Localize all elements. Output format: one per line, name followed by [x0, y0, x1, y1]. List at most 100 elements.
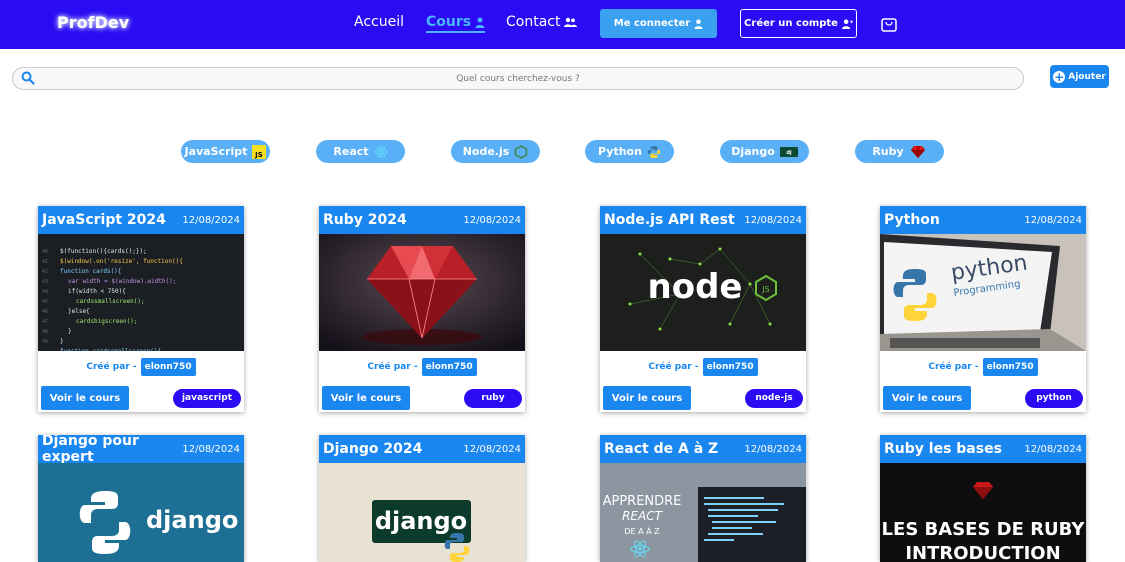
ruby-basics-line1: LES BASES DE RUBY — [882, 519, 1086, 540]
nav-courses-link[interactable]: Cours — [426, 14, 486, 33]
view-course-button[interactable]: Voir le cours — [603, 386, 691, 410]
code-line: $(function(){cards();}); — [60, 248, 147, 255]
svg-text:42: 42 — [42, 269, 48, 275]
svg-text:41: 41 — [42, 259, 48, 265]
card-meta: Créé par - elonn750 — [38, 358, 244, 376]
course-title[interactable]: Node.js API Rest — [604, 212, 735, 228]
svg-text:44: 44 — [42, 289, 48, 295]
card-actions: Voir le cours python — [880, 385, 1086, 411]
brand-logo[interactable]: ProfDev — [57, 13, 129, 32]
filter-label: JavaScript — [184, 145, 248, 158]
code-line: } — [68, 328, 72, 335]
course-card: JavaScript 2024 12/08/2024 $(function(){… — [38, 206, 244, 412]
card-meta: Créé par - elonn750 — [600, 358, 806, 376]
card-header: Django pour expert 12/08/2024 — [38, 435, 244, 465]
author-badge[interactable]: elonn750 — [982, 358, 1038, 376]
course-title[interactable]: Ruby les bases — [884, 441, 1002, 457]
course-image[interactable]: node JS — [600, 234, 806, 351]
course-date: 12/08/2024 — [744, 214, 802, 226]
login-label: Me connecter — [613, 18, 691, 29]
course-image[interactable]: APPRENDRE REACT DE A À Z — [600, 463, 806, 562]
nav-home-link[interactable]: Accueil — [354, 14, 404, 30]
created-by-label: Créé par - — [648, 362, 699, 372]
react-heading-line1: APPRENDRE — [603, 494, 682, 509]
nav-contact-link[interactable]: Contact — [506, 14, 578, 30]
code-line: function cardssmallscreen(){ — [60, 348, 161, 351]
course-date: 12/08/2024 — [463, 214, 521, 226]
course-title[interactable]: JavaScript 2024 — [42, 212, 166, 228]
search-input[interactable] — [13, 73, 1023, 84]
author-badge[interactable]: elonn750 — [702, 358, 758, 376]
course-image[interactable]: python Programming — [880, 234, 1086, 351]
view-course-button[interactable]: Voir le cours — [41, 386, 129, 410]
course-title[interactable]: React de A à Z — [604, 441, 718, 457]
svg-text:JS: JS — [761, 285, 769, 294]
view-course-button[interactable]: Voir le cours — [322, 386, 410, 410]
course-image[interactable]: django — [38, 463, 244, 562]
ruby-basics-line2: INTRODUCTION — [905, 543, 1060, 562]
card-actions: Voir le cours javascript — [38, 385, 244, 411]
course-date: 12/08/2024 — [1024, 214, 1082, 226]
filter-python[interactable]: Python — [585, 140, 674, 163]
card-header: Node.js API Rest 12/08/2024 — [600, 206, 806, 234]
add-course-button[interactable]: + Ajouter — [1050, 65, 1109, 88]
course-image[interactable]: LES BASES DE RUBY INTRODUCTION — [880, 463, 1086, 562]
python-icon — [647, 145, 661, 158]
code-line: cardssmallscreen(); — [76, 298, 145, 305]
filter-javascript[interactable]: JavaScript JS — [181, 140, 270, 163]
js-icon: JS — [252, 144, 267, 159]
filter-label: Node.js — [462, 145, 510, 158]
course-card: Ruby les bases 12/08/2024 LES BASES DE R… — [880, 435, 1086, 562]
svg-text:47: 47 — [42, 319, 48, 325]
python-laptop-image: python Programming — [880, 234, 1086, 351]
svg-text:48: 48 — [42, 329, 48, 335]
course-title[interactable]: Python — [884, 212, 940, 228]
course-date: 12/08/2024 — [744, 443, 802, 455]
course-title[interactable]: Ruby 2024 — [323, 212, 407, 228]
nodejs-logo-image: node JS — [600, 234, 806, 351]
course-title[interactable]: Django 2024 — [323, 441, 422, 457]
category-tag[interactable]: node-js — [745, 388, 803, 408]
course-title[interactable]: Django pour expert — [42, 435, 182, 465]
course-image[interactable]: django — [319, 463, 525, 562]
nodejs-icon — [515, 144, 528, 159]
filter-label: React — [333, 145, 369, 158]
code-line: } — [60, 338, 64, 345]
code-line: }else{ — [68, 308, 90, 315]
created-by-label: Créé par - — [86, 362, 137, 372]
course-card: Django 2024 12/08/2024 django — [319, 435, 525, 562]
category-tag[interactable]: ruby — [464, 388, 522, 408]
course-date: 12/08/2024 — [1024, 443, 1082, 455]
course-card: Django pour expert 12/08/2024 django — [38, 435, 244, 562]
svg-text:43: 43 — [42, 279, 48, 285]
course-card: Ruby 2024 12/08/2024 Créé par - elonn750… — [319, 206, 525, 412]
search-icon[interactable] — [21, 71, 35, 85]
react-icon — [374, 145, 388, 158]
django-logo-image: django — [319, 463, 525, 562]
register-button[interactable]: Créer un compte — [740, 9, 857, 38]
shopping-bag-icon[interactable] — [880, 14, 898, 32]
svg-text:dj: dj — [786, 150, 792, 156]
filter-nodejs[interactable]: Node.js — [451, 140, 540, 163]
filter-django[interactable]: Django dj — [720, 140, 809, 163]
category-tag[interactable]: python — [1025, 388, 1083, 408]
card-meta: Créé par - elonn750 — [319, 358, 525, 376]
course-image[interactable]: $(function(){cards();}); $(window).on('re… — [38, 234, 244, 351]
top-navbar: ProfDev Accueil Cours Contact Me connect… — [0, 0, 1125, 49]
users-icon — [564, 17, 578, 27]
user-plus-icon — [841, 18, 853, 29]
category-tag[interactable]: javascript — [172, 388, 241, 408]
course-card: React de A à Z 12/08/2024 APPRENDRE REAC… — [600, 435, 806, 562]
view-course-button[interactable]: Voir le cours — [883, 386, 971, 410]
card-header: Ruby 2024 12/08/2024 — [319, 206, 525, 234]
login-button[interactable]: Me connecter — [600, 9, 717, 38]
author-badge[interactable]: elonn750 — [140, 358, 196, 376]
filter-ruby[interactable]: Ruby — [855, 140, 944, 163]
code-line: if(width < 750){ — [68, 288, 126, 295]
author-badge[interactable]: elonn750 — [421, 358, 477, 376]
course-image[interactable] — [319, 234, 525, 351]
svg-text:40: 40 — [42, 249, 48, 255]
created-by-label: Créé par - — [928, 362, 979, 372]
svg-text:49: 49 — [42, 339, 48, 345]
filter-react[interactable]: React — [316, 140, 405, 163]
